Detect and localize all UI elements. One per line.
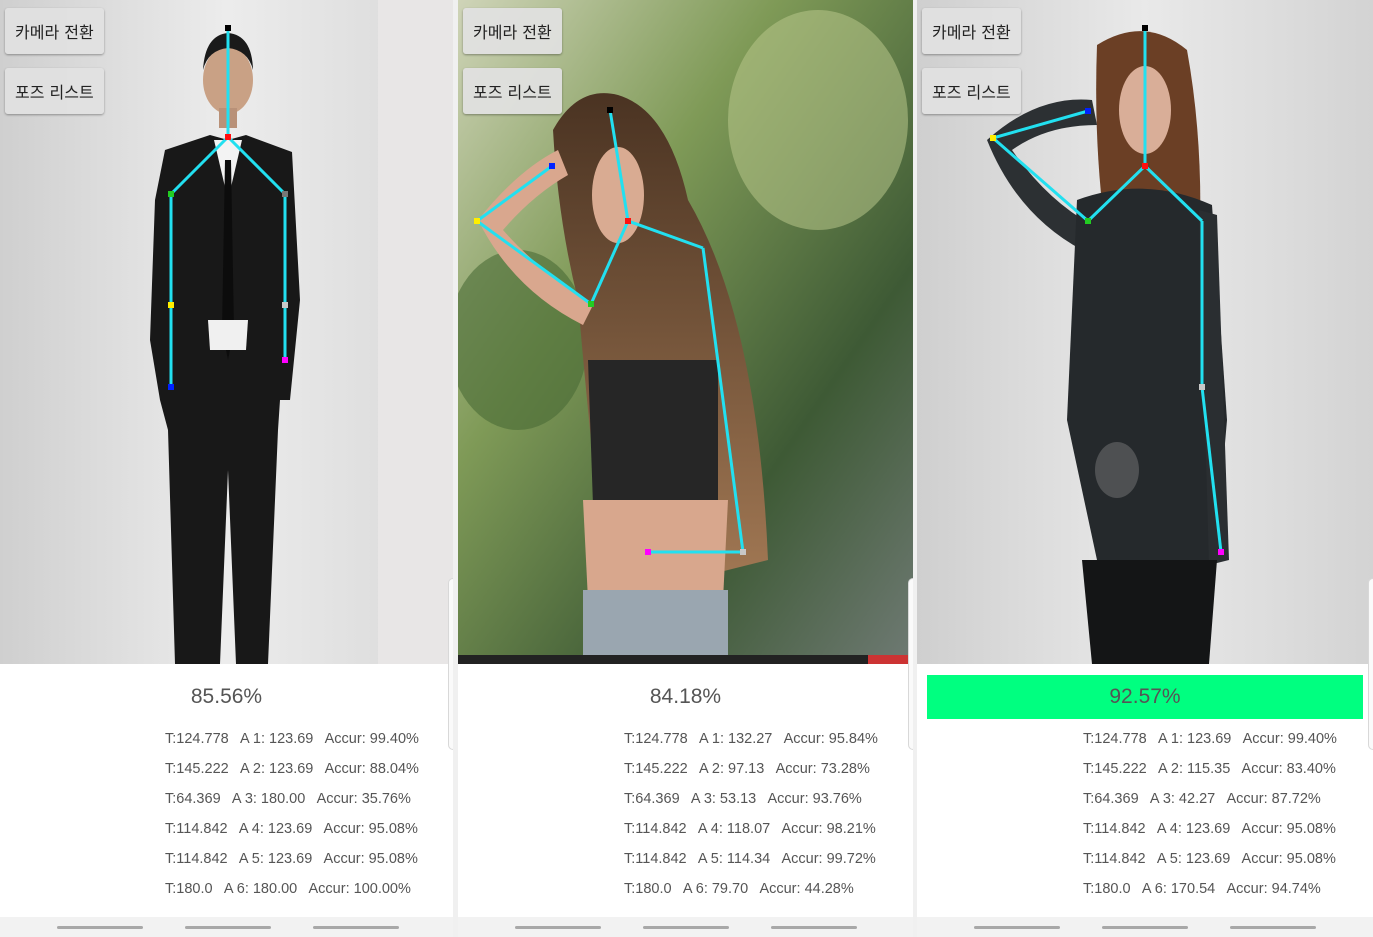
camera-view-panel-1: 카메라 전환 포즈 리스트 85.56% T:124.778 A 1: 123.… — [0, 0, 453, 937]
keypoint-right-wrist — [549, 163, 555, 169]
pose-list-button[interactable]: 포즈 리스트 — [463, 68, 562, 114]
keypoint-head — [607, 107, 613, 113]
keypoint-right-wrist — [168, 384, 174, 390]
recent-apps-button[interactable] — [515, 926, 601, 929]
skeleton-lines — [476, 109, 745, 554]
back-button[interactable] — [771, 926, 857, 929]
keypoint-left-wrist — [645, 549, 651, 555]
keypoint-left-elbow — [282, 302, 288, 308]
keypoint-right-shoulder — [588, 301, 594, 307]
recent-apps-button[interactable] — [57, 926, 143, 929]
back-button[interactable] — [1230, 926, 1316, 929]
keypoint-right-elbow — [168, 302, 174, 308]
keypoint-neck — [1142, 163, 1148, 169]
home-button[interactable] — [1102, 926, 1188, 929]
angle-result-row: T:145.222 A 2: 97.13 Accur: 73.28% — [624, 761, 870, 777]
pose-score: 85.56% — [190, 685, 263, 708]
angle-result-row: T:180.0 A 6: 79.70 Accur: 44.28% — [624, 881, 854, 897]
keypoint-right-elbow — [474, 218, 480, 224]
camera-switch-button[interactable]: 카메라 전환 — [922, 8, 1021, 54]
angle-result-row: T:114.842 A 5: 114.34 Accur: 99.72% — [624, 851, 876, 867]
angle-result-row: T:114.842 A 5: 123.69 Accur: 95.08% — [165, 851, 418, 867]
angle-result-row: T:114.842 A 5: 123.69 Accur: 95.08% — [1083, 851, 1336, 867]
angle-result-row: T:145.222 A 2: 115.35 Accur: 83.40% — [1083, 761, 1336, 777]
keypoint-right-shoulder — [1085, 218, 1091, 224]
home-button[interactable] — [643, 926, 729, 929]
keypoint-right-wrist — [1085, 108, 1091, 114]
angle-result-row: T:114.842 A 4: 123.69 Accur: 95.08% — [165, 821, 418, 837]
scroll-edge — [1368, 578, 1373, 750]
navigation-bar — [458, 917, 913, 937]
camera-view-panel-3: 카메라 전환 포즈 리스트 92.57% T:124.778 A 1: 123.… — [917, 0, 1373, 937]
keypoint-left-wrist — [1218, 549, 1224, 555]
angle-result-row: T:64.369 A 3: 53.13 Accur: 93.76% — [624, 791, 862, 807]
keypoint-head — [1142, 25, 1148, 31]
keypoint-neck — [225, 134, 231, 140]
pose-score-highlighted: 92.57% — [927, 675, 1363, 719]
keypoint-left-shoulder — [282, 191, 288, 197]
keypoint-head — [225, 25, 231, 31]
angle-result-row: T:145.222 A 2: 123.69 Accur: 88.04% — [165, 761, 419, 777]
angle-result-row: T:114.842 A 4: 118.07 Accur: 98.21% — [624, 821, 876, 837]
keypoint-neck — [625, 218, 631, 224]
navigation-bar — [917, 917, 1373, 937]
skeleton-lines — [169, 28, 287, 387]
back-button[interactable] — [313, 926, 399, 929]
angle-result-row: T:124.778 A 1: 123.69 Accur: 99.40% — [165, 731, 419, 747]
angle-result-row: T:180.0 A 6: 170.54 Accur: 94.74% — [1083, 881, 1321, 897]
scroll-edge — [908, 578, 913, 750]
angle-result-row: T:124.778 A 1: 123.69 Accur: 99.40% — [1083, 731, 1337, 747]
scroll-edge — [448, 578, 453, 750]
angle-result-row: T:64.369 A 3: 42.27 Accur: 87.72% — [1083, 791, 1321, 807]
navigation-bar — [0, 917, 453, 937]
angle-result-row: T:180.0 A 6: 180.00 Accur: 100.00% — [165, 881, 411, 897]
camera-switch-button[interactable]: 카메라 전환 — [463, 8, 562, 54]
pose-list-button[interactable]: 포즈 리스트 — [922, 68, 1021, 114]
keypoint-left-wrist — [282, 357, 288, 363]
skeleton-lines — [992, 28, 1223, 553]
angle-result-row: T:124.778 A 1: 132.27 Accur: 95.84% — [624, 731, 878, 747]
home-button[interactable] — [185, 926, 271, 929]
angle-result-row: T:64.369 A 3: 180.00 Accur: 35.76% — [165, 791, 411, 807]
camera-switch-button[interactable]: 카메라 전환 — [5, 8, 104, 54]
keypoint-left-elbow — [1199, 384, 1205, 390]
keypoint-left-elbow — [740, 549, 746, 555]
angle-result-row: T:114.842 A 4: 123.69 Accur: 95.08% — [1083, 821, 1336, 837]
keypoint-right-elbow — [990, 135, 996, 141]
pose-score: 84.18% — [649, 685, 722, 708]
pose-list-button[interactable]: 포즈 리스트 — [5, 68, 104, 114]
keypoint-right-shoulder — [168, 191, 174, 197]
camera-view-panel-2: 카메라 전환 포즈 리스트 84.18% T:124.778 A 1: 132.… — [458, 0, 913, 937]
recent-apps-button[interactable] — [974, 926, 1060, 929]
